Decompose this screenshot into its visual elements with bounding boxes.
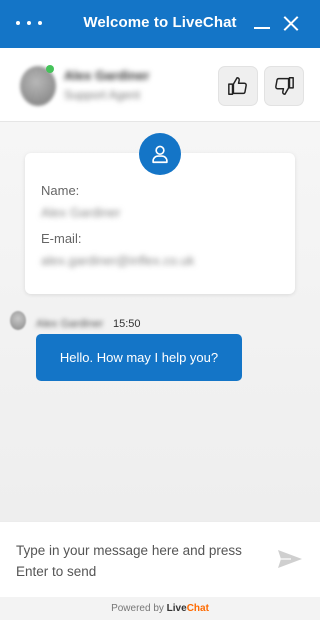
close-icon[interactable] <box>280 12 302 34</box>
livechat-brand-link[interactable]: LiveChat <box>167 603 209 614</box>
send-icon <box>278 550 302 568</box>
thumbs-down-icon <box>275 77 294 95</box>
message-bubble: Hello. How may I help you? <box>36 334 242 381</box>
agent-role: Support Agent <box>64 88 141 102</box>
user-icon <box>152 145 168 164</box>
email-value: alex.gardiner@inflex.co.uk <box>41 253 195 268</box>
message-text: Hello. How may I help you? <box>59 350 219 365</box>
message-composer <box>0 521 320 597</box>
name-value: Alex Gardiner <box>41 205 121 220</box>
message-time: 15:50 <box>113 318 141 330</box>
send-button[interactable] <box>277 549 303 569</box>
online-status-dot <box>46 65 54 73</box>
message-author-avatar <box>10 311 26 330</box>
powered-by-text: Powered by <box>111 603 164 614</box>
contact-card-badge <box>139 133 181 175</box>
rate-good-button[interactable] <box>218 66 258 106</box>
thumbs-up-icon <box>228 77 247 95</box>
title-bar: Welcome to LiveChat <box>0 0 320 48</box>
message-author: Alex Gardiner <box>36 318 104 330</box>
agent-name: Alex Gardiner <box>64 68 150 83</box>
rate-bad-button[interactable] <box>264 66 304 106</box>
brand-chat: Chat <box>186 603 209 614</box>
footer: Powered by LiveChat <box>0 597 320 620</box>
email-label: E-mail: <box>41 231 82 246</box>
brand-live: Live <box>166 603 187 614</box>
name-label: Name: <box>41 183 80 198</box>
minimize-icon[interactable] <box>251 12 273 34</box>
agent-header: Alex Gardiner Support Agent <box>0 48 320 122</box>
message-input[interactable] <box>10 534 268 586</box>
